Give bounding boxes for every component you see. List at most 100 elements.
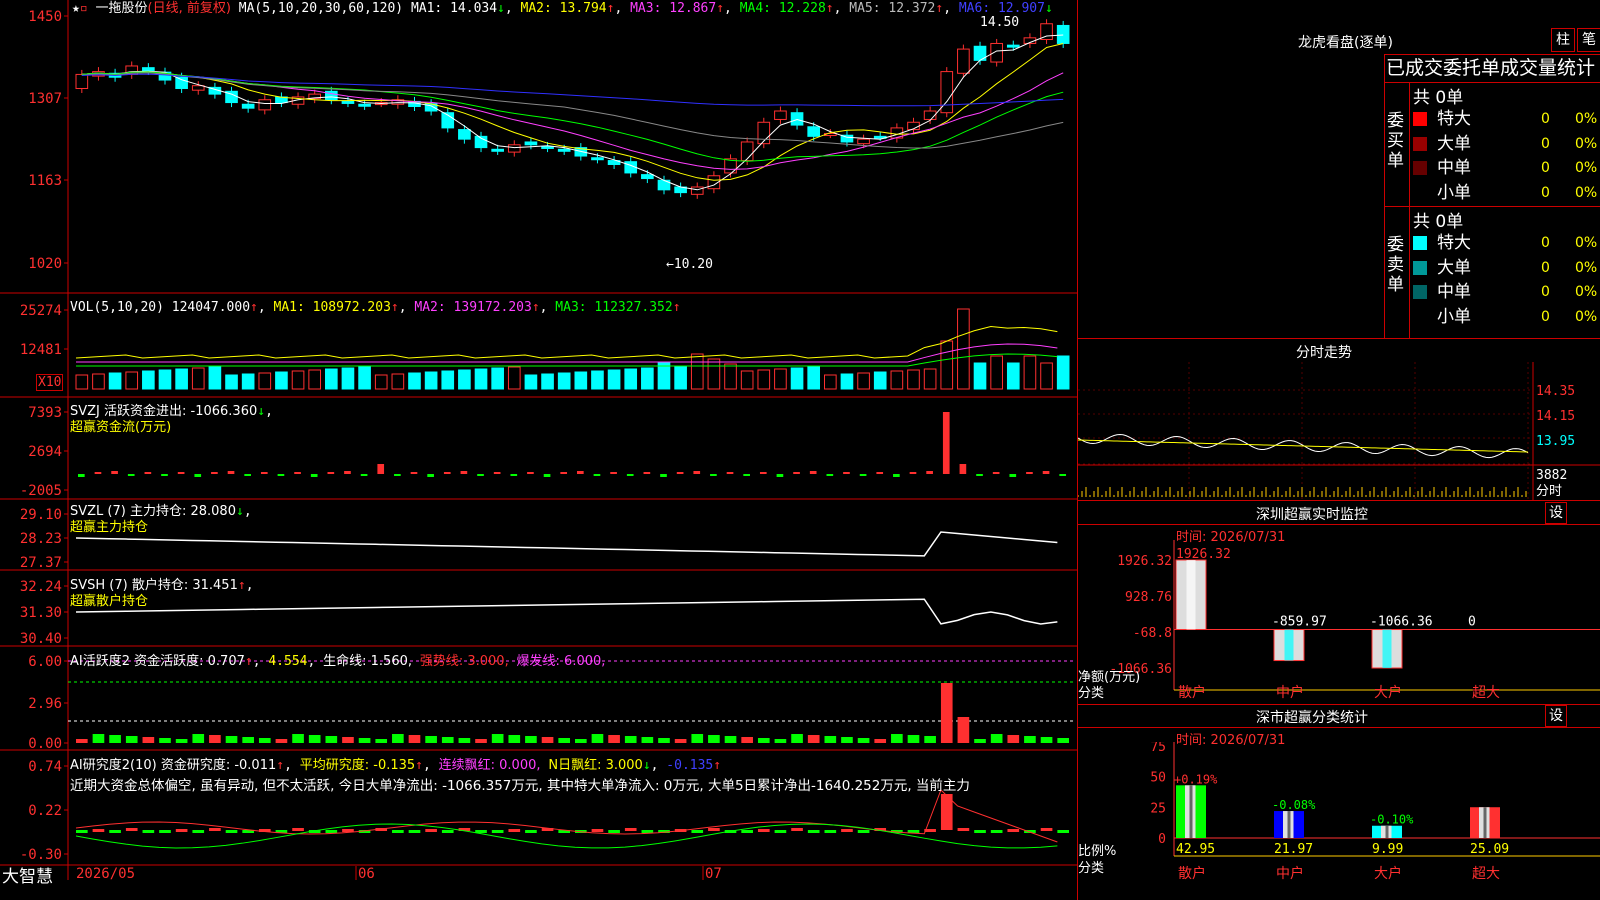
svsh-header: SVSH (7) 散户持仓: 31.451↑, 超赢散户持仓: [70, 578, 254, 609]
monitor-title-border: [1078, 524, 1600, 525]
intraday-vol-label: 3882: [1536, 468, 1567, 483]
flow-bar: [1059, 474, 1067, 476]
svzj-ytick: 2694: [28, 444, 62, 460]
activity-bar: [225, 736, 238, 743]
flow-bar: [493, 472, 501, 474]
flow-bar: [277, 474, 285, 476]
main-chart-area[interactable]: 1450 1307 1163 1020 25274 12481 7393 2694 -2005 2…: [0, 0, 1077, 900]
research-bar: [974, 830, 986, 833]
classify-ytick: 75: [1150, 742, 1166, 755]
volume-bar: [1056, 355, 1070, 390]
flow-bar: [859, 474, 867, 476]
activity-bar: [558, 738, 571, 743]
activity-bar: [491, 734, 504, 743]
volume-bar: [208, 366, 222, 390]
buy-pct: 0%: [1575, 184, 1598, 201]
activity-bar: [441, 737, 454, 743]
unit-badge[interactable]: X10: [36, 374, 64, 391]
sell-row: 小单 0 0%: [1413, 305, 1600, 329]
research-bar: [741, 830, 753, 833]
volume-bar: [474, 368, 488, 390]
flow-bar: [809, 471, 817, 474]
monitor-bar-shine: [1382, 629, 1392, 668]
classify-settings-button[interactable]: 设: [1545, 705, 1567, 727]
sell-total: 共 0单: [1413, 212, 1464, 232]
ma6-arrow: ↓: [1044, 1, 1053, 16]
flow-bar: [227, 471, 235, 474]
research-bar: [1007, 829, 1020, 832]
vol-arrow: ↑: [250, 300, 258, 315]
flow-bar: [310, 474, 318, 477]
activity-bar: [425, 736, 437, 743]
volume-bar: [391, 373, 405, 390]
research-bar: [1040, 828, 1053, 831]
flow-bar: [759, 472, 767, 474]
volume-bar: [408, 372, 421, 390]
stock-name: 一拖股份: [95, 1, 148, 16]
flow-bar: [726, 472, 734, 474]
kline-ytick: 1307: [28, 91, 62, 107]
svzl-sub: 超赢主力持仓: [70, 520, 149, 535]
star-icon[interactable]: ★: [72, 1, 80, 16]
flow-bar: [776, 474, 784, 477]
candle-body: [641, 174, 654, 180]
classify-value: 42.95: [1176, 842, 1215, 857]
classify-value: 21.97: [1274, 842, 1313, 857]
buy-side-label: 委买单: [1387, 111, 1404, 171]
volume-bar: [341, 367, 355, 390]
volume-bar: [690, 353, 704, 390]
tick-mode-button[interactable]: 笔: [1577, 28, 1600, 52]
flow-bar: [144, 472, 152, 474]
classify-bar-core: [1189, 785, 1193, 838]
activity-bar: [408, 735, 421, 743]
activity-bar: [342, 737, 354, 743]
classify-bar-core: [1483, 807, 1487, 838]
sell-label: 特大: [1437, 233, 1471, 253]
monitor-ytick: 1926.32: [1117, 554, 1172, 569]
candle-body: [241, 103, 255, 109]
legend-swatch: [1413, 285, 1427, 299]
ma3-value: MA3: 12.867: [630, 1, 717, 16]
ai1-value2: 4.554: [268, 654, 308, 669]
activity-bar: [76, 739, 88, 743]
activity-bar: [1057, 738, 1070, 743]
buy-label: 大单: [1437, 133, 1471, 154]
activity-bar: [741, 737, 753, 743]
ai1-ytick: 6.00: [28, 654, 62, 670]
research-bar: [708, 828, 720, 831]
ai1-title: AI活跃度2 资金活跃度: 0.707: [70, 654, 245, 669]
research-bar: [957, 828, 970, 831]
svzl-ytick: 27.37: [20, 555, 62, 571]
volume-bar: [557, 372, 571, 390]
volume-bar: [108, 372, 122, 390]
ma1-line: [81, 34, 1064, 191]
monitor-bar-shine: [1284, 629, 1294, 661]
ai1-ytick: 0.00: [28, 736, 62, 752]
activity-bar: [990, 734, 1003, 743]
ai2-last: -0.135: [666, 758, 714, 773]
candle-body: [358, 103, 371, 107]
flow-bar: [510, 474, 518, 476]
ai1-arrow: ↑: [244, 654, 253, 669]
ma3-line: [81, 71, 1064, 170]
vol-ma3: MA3: 112327.352: [555, 300, 673, 315]
monitor-settings-button[interactable]: 设: [1545, 502, 1567, 524]
intraday-top-border: [1078, 338, 1600, 339]
flow-bar: [626, 474, 634, 476]
vol-value: 124047.000: [171, 300, 251, 315]
intraday-chart[interactable]: 14.35 14.15 13.95 3882分时: [1078, 362, 1600, 500]
flow-bar: [410, 472, 418, 474]
activity-bar: [209, 735, 221, 743]
flow-bar: [94, 472, 102, 474]
research-bar: [774, 830, 787, 833]
legend-swatch: [1413, 161, 1427, 175]
ai2-ytick: -0.30: [20, 847, 62, 863]
flag-icon: ▫: [79, 1, 88, 16]
volume-bar: [75, 374, 89, 390]
intraday-ytick: 14.35: [1536, 384, 1575, 399]
bar-mode-button[interactable]: 柱: [1551, 28, 1575, 52]
volume-bar: [142, 370, 155, 390]
research-bar: [824, 830, 837, 833]
flow-bar: [793, 472, 800, 474]
monitor-ytick: -68.8: [1133, 626, 1172, 641]
